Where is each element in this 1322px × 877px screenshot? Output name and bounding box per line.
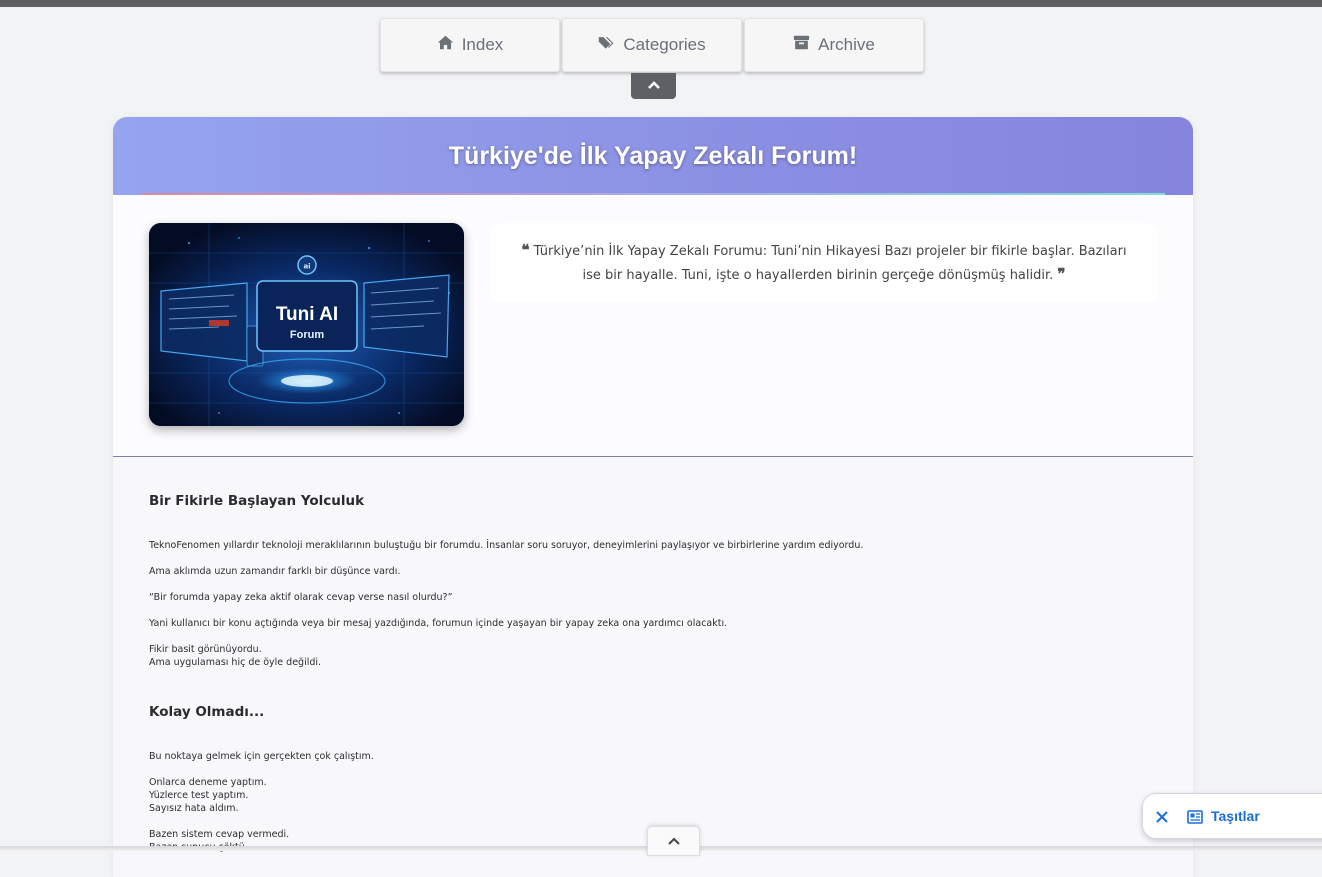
close-icon[interactable] bbox=[1155, 809, 1169, 823]
nav-categories-label: Categories bbox=[623, 35, 706, 54]
hero-subtitle: Forum bbox=[290, 329, 324, 341]
post-body: Bir Fikirle Başlayan Yolculuk TeknoFenom… bbox=[113, 457, 1193, 854]
paragraph: Bu noktaya gelmek için gerçekten çok çal… bbox=[149, 751, 374, 762]
quote-open-icon: ❝ bbox=[521, 241, 530, 259]
newspaper-icon bbox=[1187, 809, 1203, 824]
chevron-up-icon bbox=[647, 77, 661, 96]
nav-index-button[interactable]: Index bbox=[380, 18, 560, 72]
nav-categories-button[interactable]: Categories bbox=[562, 18, 742, 72]
related-widget: Taşıtlar bbox=[1142, 793, 1322, 839]
widget-link-tasitlar[interactable]: Taşıtlar bbox=[1211, 808, 1260, 824]
nav-archive-button[interactable]: Archive bbox=[744, 18, 924, 72]
hero-title: Tuni AI bbox=[276, 304, 338, 325]
hero-image: ai Tuni AI Forum bbox=[149, 223, 464, 426]
quote-close-icon: ❞ bbox=[1057, 265, 1066, 283]
post-header: Türkiye'de İlk Yapay Zekalı Forum! bbox=[113, 117, 1193, 195]
line: Onlarca deneme yaptım. bbox=[149, 777, 267, 788]
main-nav: Index Categories Archive bbox=[380, 18, 924, 72]
paragraph: “Bir forumda yapay zeka aktif olarak cev… bbox=[149, 592, 453, 603]
top-bar bbox=[0, 0, 1322, 7]
tags-icon bbox=[598, 34, 615, 56]
section-heading: Bir Fikirle Başlayan Yolculuk bbox=[149, 493, 365, 509]
collapse-nav-button[interactable] bbox=[631, 73, 676, 99]
post-intro: ai Tuni AI Forum ❝ Türkiye’nin İlk Yapay… bbox=[113, 195, 1193, 457]
line: Yüzlerce test yaptım. bbox=[149, 790, 249, 801]
line: Sayısız hata aldım. bbox=[149, 803, 239, 814]
chevron-up-icon bbox=[666, 833, 682, 853]
quote-text: Türkiye’nin İlk Yapay Zekalı Forumu: Tun… bbox=[533, 244, 1127, 283]
post-card: Türkiye'de İlk Yapay Zekalı Forum! ai Tu… bbox=[113, 117, 1193, 877]
scroll-to-top-button[interactable] bbox=[647, 826, 700, 856]
home-icon bbox=[437, 34, 454, 56]
archive-icon bbox=[793, 34, 810, 56]
paragraph: TeknoFenomen yıllardır teknoloji meraklı… bbox=[149, 540, 864, 551]
section-heading: Kolay Olmadı... bbox=[149, 704, 265, 720]
svg-text:ai: ai bbox=[303, 263, 310, 271]
summary-quote: ❝ Türkiye’nin İlk Yapay Zekalı Forumu: T… bbox=[491, 223, 1157, 302]
paragraph: Ama aklımda uzun zamandır farklı bir düş… bbox=[149, 566, 401, 577]
paragraph: Fikir basit görünüyordu. Ama uygulaması … bbox=[149, 643, 1157, 669]
paragraph: Yani kullanıcı bir konu açtığında veya b… bbox=[149, 618, 728, 629]
nav-archive-label: Archive bbox=[818, 35, 875, 54]
paragraph: Onlarca deneme yaptım. Yüzlerce test yap… bbox=[149, 776, 1157, 815]
post-title: Türkiye'de İlk Yapay Zekalı Forum! bbox=[448, 141, 858, 170]
nav-index-label: Index bbox=[461, 35, 504, 54]
line: Ama uygulaması hiç de öyle değildi. bbox=[149, 657, 322, 668]
line: Bazen sistem cevap vermedi. bbox=[149, 829, 290, 840]
line: Fikir basit görünüyordu. bbox=[149, 644, 262, 655]
